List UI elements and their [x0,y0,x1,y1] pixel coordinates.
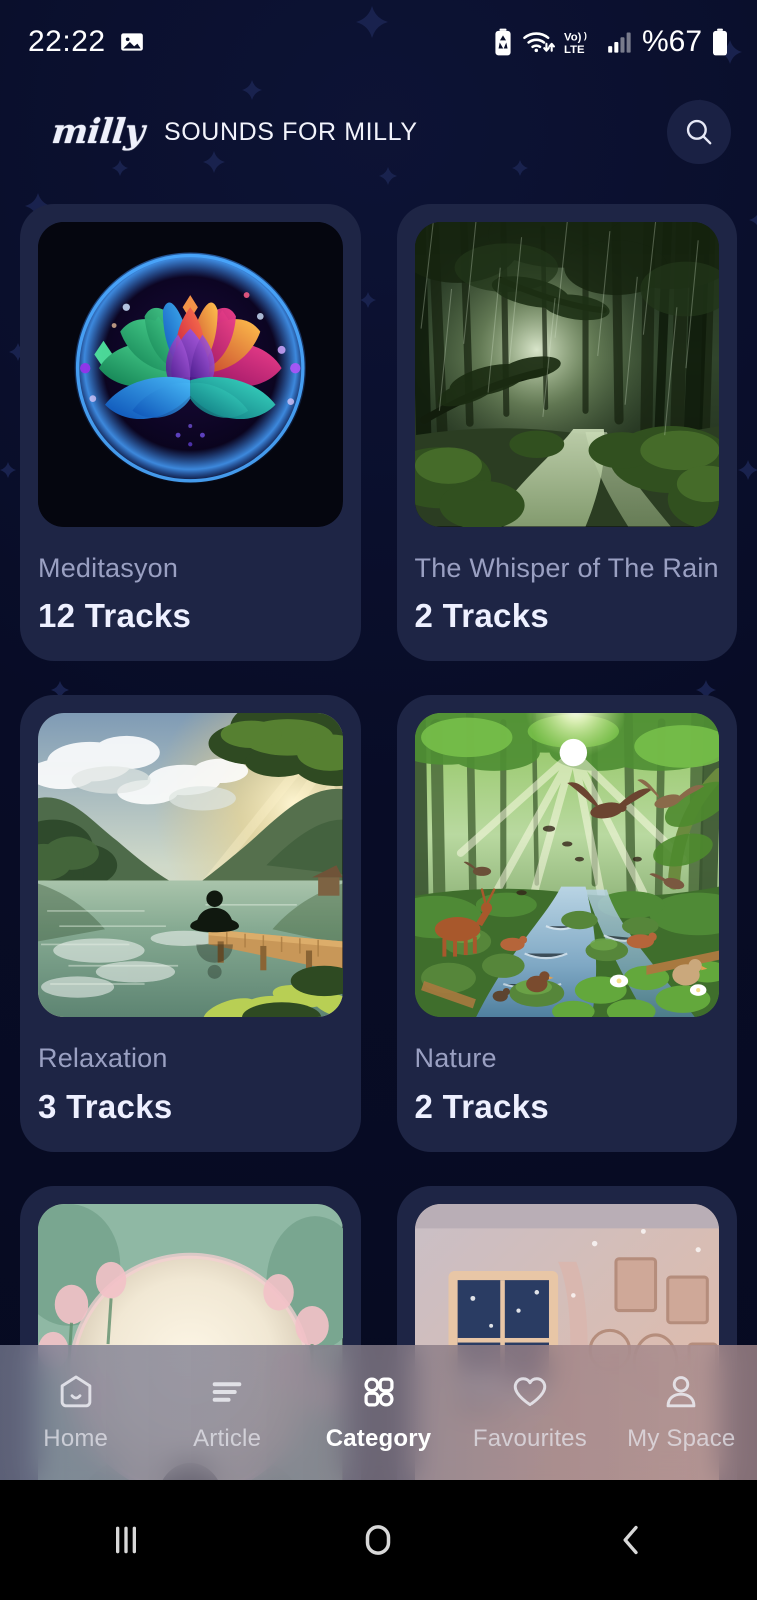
nav-item-home[interactable]: Home [0,1372,151,1453]
status-bar-right: Vo) ) LTE %67 [493,25,729,59]
category-card[interactable]: Relaxation 3 Tracks [20,694,361,1152]
article-icon [207,1372,247,1412]
category-count: 12 Tracks [38,596,192,634]
category-card[interactable]: Meditasyon 12 Tracks [20,204,361,661]
back-button[interactable] [505,1520,757,1560]
back-chevron-icon [623,1525,638,1555]
category-name: Relaxation [38,1043,168,1074]
wifi-icon [523,32,555,53]
app-header: milly SOUNDS FOR MILLY [0,84,757,180]
person-icon [661,1372,701,1412]
signal-icon [608,32,631,53]
category-count: 2 Tracks [414,1087,550,1125]
category-card[interactable]: Nature 2 Tracks [396,694,737,1152]
nav-label: Category [325,1425,432,1452]
nav-item-my-space[interactable]: My Space [606,1372,757,1453]
search-icon [686,119,712,145]
svg-text:): ) [584,31,587,41]
category-artwork-rainforest [414,222,719,527]
status-bar-left: 22:22 [28,25,145,59]
category-card[interactable]: The Whisper of The Rain 2 Tracks [396,204,737,661]
battery-percent: %67 [641,25,702,58]
heart-icon [510,1372,550,1412]
page-title: SOUNDS FOR MILLY [163,117,418,146]
battery-saver-icon [495,28,511,56]
bottom-navigation: Home Article Category Favourites My Spac… [0,1345,757,1480]
nav-label: Favourites [472,1425,587,1452]
screenshot-icon [120,33,143,51]
category-artwork-stream [414,712,719,1018]
brand-logo: milly [49,112,147,152]
battery-icon [713,28,727,56]
nav-item-favourites[interactable]: Favourites [454,1372,605,1453]
category-name: Meditasyon [38,552,179,583]
svg-text:LTE: LTE [564,44,585,56]
nav-item-article[interactable]: Article [151,1372,302,1453]
category-artwork-lake [38,712,343,1018]
category-artwork-lotus [38,222,343,527]
nav-label: Home [43,1425,109,1452]
recent-apps-button[interactable] [0,1520,252,1560]
search-button[interactable] [667,100,731,164]
system-navigation-bar [0,1480,757,1600]
svg-text:Vo): Vo) [564,31,582,43]
status-time: 22:22 [28,25,106,58]
home-icon [56,1372,96,1412]
nav-label: Article [193,1425,262,1452]
home-circle-icon [366,1525,391,1555]
volte-icon: Vo) ) LTE [564,31,587,56]
category-icon [359,1372,399,1412]
category-count: 3 Tracks [38,1087,173,1125]
recent-apps-icon [116,1526,137,1554]
category-name: Nature [414,1043,497,1074]
app-screen: 22:22 Vo)) LTE %67 milly SOUNDS FOR MIL… [0,0,757,1600]
nav-item-category[interactable]: Category [303,1372,454,1453]
nav-label: My Space [627,1425,736,1452]
status-bar: 22:22 Vo)) LTE %67 [0,0,757,84]
category-count: 2 Tracks [414,596,550,634]
category-name: The Whisper of The Rain [414,552,719,583]
home-button[interactable] [252,1519,504,1561]
